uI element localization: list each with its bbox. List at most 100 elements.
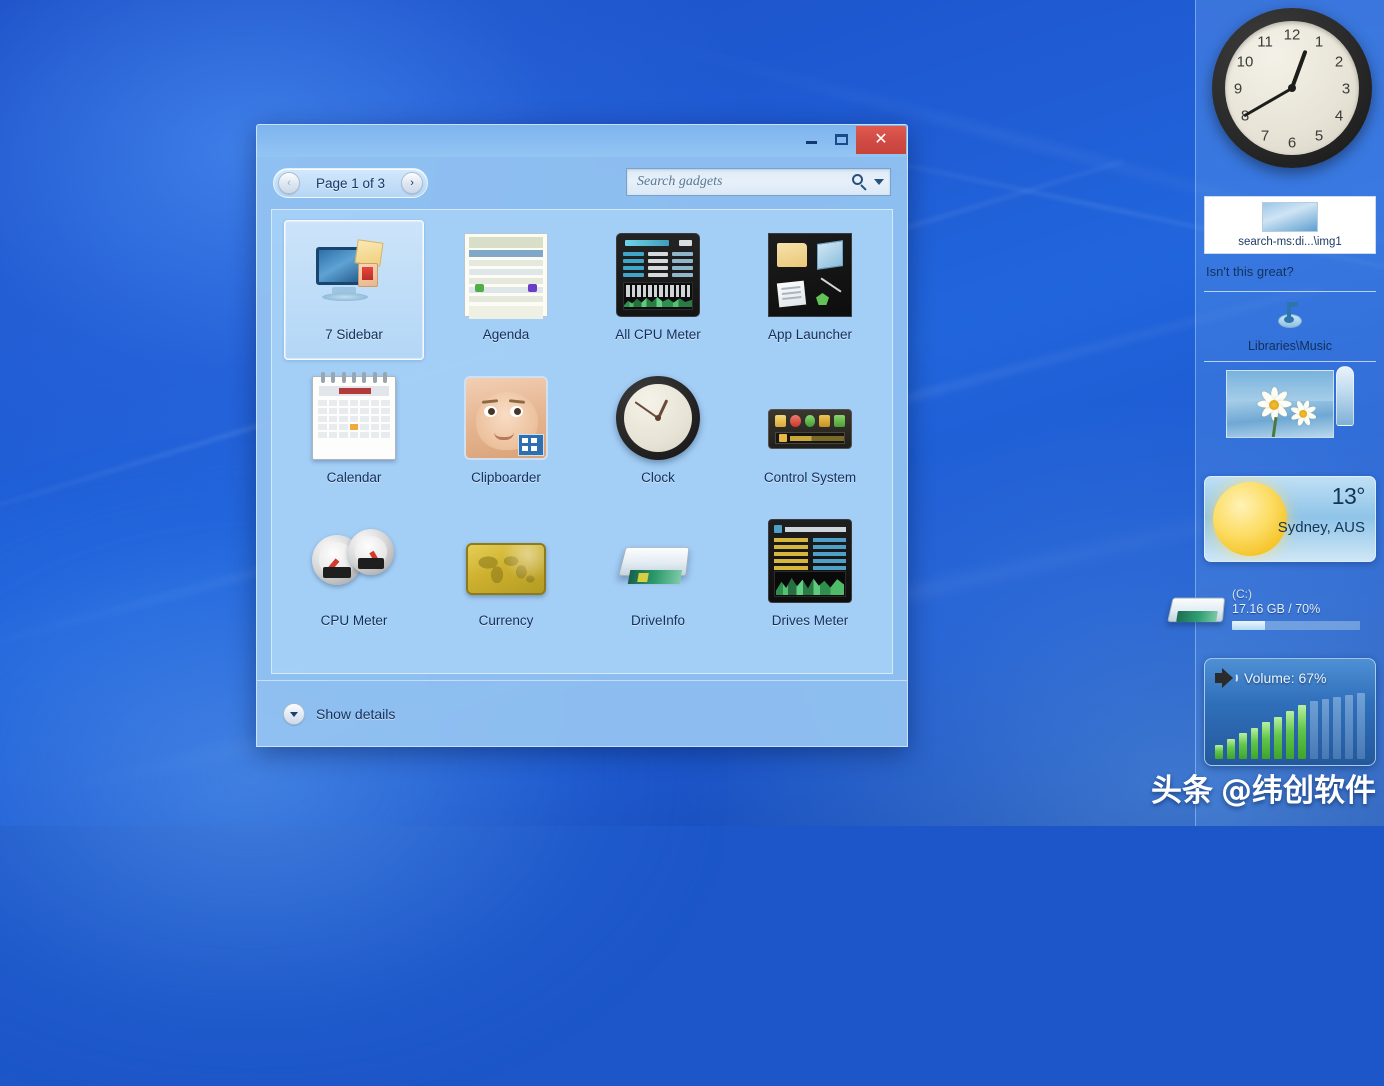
clock-numeral: 9	[1233, 80, 1243, 98]
gadget-thumbnail	[310, 517, 398, 605]
sidebar-gadget-volume[interactable]: Volume: 67%	[1204, 658, 1376, 766]
slideshow-scroll-handle[interactable]	[1336, 366, 1354, 426]
minimize-button[interactable]	[796, 128, 826, 150]
watermark: 头条 @纬创软件	[1151, 765, 1376, 810]
divider	[1204, 361, 1376, 362]
volume-panel: Volume: 67%	[1204, 658, 1376, 766]
previous-page-button[interactable]: ‹	[278, 172, 300, 194]
gadget-label: Clock	[641, 470, 675, 485]
volume-level-bars[interactable]	[1205, 689, 1375, 759]
gadget-tile-all-cpu-meter[interactable]: All CPU Meter	[588, 220, 728, 360]
drive-letter: (C:)	[1232, 587, 1252, 602]
gadget-tile-currency[interactable]: Currency	[436, 506, 576, 646]
maximize-icon	[834, 133, 848, 145]
gadget-thumbnail	[310, 372, 398, 462]
clock-numeral: 1	[1314, 33, 1324, 51]
gadget-thumbnail	[766, 517, 854, 605]
control-bar-icon	[768, 409, 852, 449]
watermark-brand: 头条	[1151, 773, 1213, 809]
search-icon[interactable]	[851, 173, 868, 191]
gadget-grid: 7 Sidebar Agenda All CPU Meter App Launc…	[278, 220, 886, 649]
search-dropdown-icon[interactable]	[874, 179, 884, 185]
gadget-tile-drives-meter[interactable]: Drives Meter	[740, 506, 880, 646]
sidebar-gadget-weather[interactable]: 13° Sydney, AUS	[1204, 476, 1376, 562]
hard-drive-icon	[1164, 587, 1230, 631]
gadget-thumbnail	[766, 231, 854, 319]
chevron-down-icon	[290, 711, 298, 717]
close-button[interactable]: ✕	[856, 126, 906, 154]
sidebar-gadget-clock[interactable]: 12 1 2 3 4 5 6 7 8 9 10 11	[1212, 8, 1372, 186]
desk-calendar-icon	[312, 372, 396, 460]
chevron-right-icon: ›	[410, 176, 414, 189]
clock-numeral: 3	[1341, 80, 1351, 98]
clock-numeral: 7	[1260, 127, 1270, 145]
divider	[1204, 291, 1376, 292]
app-launcher-icon	[768, 233, 852, 317]
gadget-tile-clock[interactable]: Clock	[588, 363, 728, 503]
speaker-icon[interactable]	[1213, 667, 1239, 689]
search-result-path: search-ms:di...\img1	[1238, 236, 1342, 248]
gadget-label: App Launcher	[767, 327, 853, 342]
clock-center-pin	[1288, 84, 1296, 92]
gadget-tile-cpu-meter[interactable]: CPU Meter	[284, 506, 424, 646]
hard-drive-icon	[616, 540, 700, 596]
calendar-sheet-icon	[464, 233, 548, 319]
gadget-label: All CPU Meter	[615, 327, 701, 342]
gadget-tile-app-launcher[interactable]: App Launcher	[740, 220, 880, 360]
gadget-tile-driveinfo[interactable]: DriveInfo	[588, 506, 728, 646]
clock-numeral: 6	[1287, 134, 1297, 152]
drive-usage: 17.16 GB / 70%	[1232, 601, 1321, 616]
gadget-thumbnail	[614, 231, 702, 319]
gadget-label: Currency	[478, 613, 534, 628]
close-icon: ✕	[874, 131, 888, 148]
gadget-tile-agenda[interactable]: Agenda	[436, 220, 576, 360]
search-box[interactable]	[626, 168, 891, 196]
next-page-button[interactable]: ›	[401, 172, 424, 194]
note-text: Isn't this great?	[1206, 264, 1294, 279]
volume-header: Volume: 67%	[1205, 659, 1375, 689]
gadget-tile-calendar[interactable]: Calendar	[284, 363, 424, 503]
gadget-grid-container: 7 Sidebar Agenda All CPU Meter App Launc…	[271, 209, 893, 674]
gadget-tile-7-sidebar[interactable]: 7 Sidebar	[284, 220, 424, 360]
gadget-label: DriveInfo	[630, 613, 686, 628]
weather-location: Sydney, AUS	[1277, 519, 1365, 536]
clock-numeral: 4	[1334, 107, 1344, 125]
gadget-thumbnail	[462, 231, 550, 319]
gadget-label: Agenda	[482, 327, 530, 342]
gadget-gallery-window: ✕ ‹ Page 1 of 3 › Search gadgets 7 Sideb…	[256, 124, 908, 747]
page-navigator: ‹ Page 1 of 3 ›	[273, 168, 429, 198]
gadget-label: 7 Sidebar	[325, 327, 383, 342]
minimize-icon	[805, 141, 817, 144]
sidebar-gadget-notes[interactable]: search-ms:di...\img1 Isn't this great? L…	[1204, 196, 1376, 440]
gadget-tile-control-system[interactable]: Control System	[740, 363, 880, 503]
clock-numeral: 11	[1257, 33, 1273, 51]
gadget-thumbnail	[462, 517, 550, 605]
page-indicator: Page 1 of 3	[316, 175, 386, 191]
search-result-card[interactable]: search-ms:di...\img1	[1204, 196, 1376, 254]
music-library-icon	[1268, 302, 1312, 336]
maximize-button[interactable]	[826, 128, 856, 150]
window-controls: ✕	[796, 125, 907, 155]
window-titlebar[interactable]: ✕	[257, 125, 907, 157]
clock-numeral: 2	[1334, 53, 1344, 71]
gadget-thumbnail	[462, 374, 550, 462]
baby-photo-icon	[464, 376, 548, 460]
drive-usage-bar	[1232, 620, 1360, 630]
gadget-label: Clipboarder	[471, 470, 541, 485]
gadget-label: Calendar	[326, 470, 382, 485]
sidebar-gadget-drive[interactable]: (C:) 17.16 GB / 70%	[1164, 578, 1380, 640]
flower-photo-icon	[1226, 370, 1334, 438]
watermark-handle: @纬创软件	[1221, 773, 1376, 809]
drive-info: (C:) 17.16 GB / 70%	[1230, 587, 1380, 630]
gadget-label: Control System	[763, 470, 857, 485]
music-library-row[interactable]: Libraries\Music	[1204, 296, 1376, 357]
dual-gauge-icon	[312, 519, 396, 603]
gold-world-map-icon	[466, 543, 546, 595]
analog-clock-face: 12 1 2 3 4 5 6 7 8 9 10 11	[1212, 8, 1372, 168]
gadget-tile-clipboarder[interactable]: Clipboarder	[436, 363, 576, 503]
show-details-label[interactable]: Show details	[316, 706, 395, 722]
slideshow-row[interactable]	[1204, 366, 1376, 440]
show-details-button[interactable]	[283, 702, 305, 725]
search-input[interactable]	[637, 174, 851, 190]
gadget-thumbnail	[310, 231, 398, 319]
